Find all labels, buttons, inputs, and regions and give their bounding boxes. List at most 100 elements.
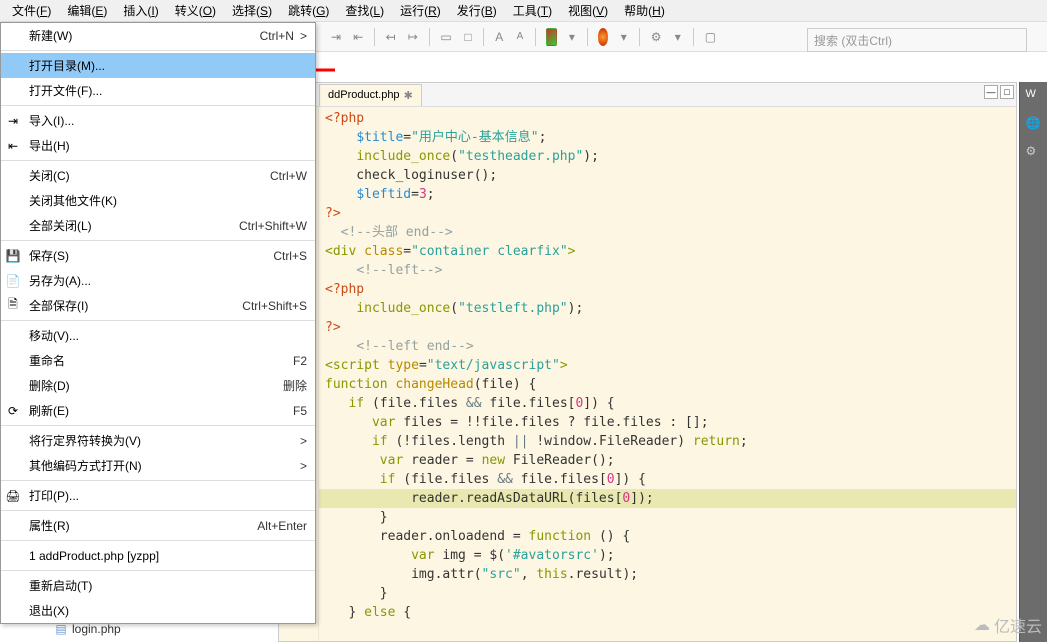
import-icon: ⇥ xyxy=(5,113,21,129)
toolbar-block-icon[interactable]: ▭ xyxy=(439,28,452,46)
toolbar-window-icon[interactable]: ▢ xyxy=(704,28,717,46)
menu-item-label: 退出(X) xyxy=(29,602,307,619)
tree-file-label: login.php xyxy=(72,622,121,636)
file-menu-item[interactable]: ⇤导出(H) xyxy=(1,133,315,158)
toolbar-dropdown-icon[interactable]: ▾ xyxy=(618,28,629,46)
toolbar-separator xyxy=(535,28,536,46)
right-panel-gear-icon[interactable]: ⚙ xyxy=(1026,144,1042,160)
file-menu-item[interactable]: 打开目录(M)... xyxy=(1,53,315,78)
toolbar-dropdown-icon[interactable]: ▾ xyxy=(567,28,578,46)
menubar-item-i[interactable]: 插入(I) xyxy=(115,0,166,21)
toolbar-gear-icon[interactable]: ⚙ xyxy=(650,28,663,46)
save-icon: 💾 xyxy=(5,248,21,264)
toolbar-dropdown-icon[interactable]: ▾ xyxy=(672,28,683,46)
menubar-item-s[interactable]: 选择(S) xyxy=(224,0,280,21)
toolbar-toggle-icon[interactable]: □ xyxy=(463,28,474,46)
menubar-item-r[interactable]: 运行(R) xyxy=(392,0,449,21)
menu-item-label: 重新启动(T) xyxy=(29,577,307,594)
menu-item-label: 删除(D) xyxy=(29,377,283,394)
menu-separator xyxy=(1,510,315,511)
editor-body: 262728 <?php $title="用户中心-基本信息"; include… xyxy=(279,107,1016,641)
toolbar-outdent-icon[interactable]: ↤ xyxy=(385,28,397,46)
menu-item-label: 打开文件(F)... xyxy=(29,82,307,99)
toolbar-color-icon[interactable] xyxy=(546,28,557,46)
menubar-item-v[interactable]: 视图(V) xyxy=(560,0,616,21)
maximize-button[interactable]: □ xyxy=(1000,85,1014,99)
file-menu-item[interactable]: 属性(R)Alt+Enter xyxy=(1,513,315,538)
toolbar-export-icon[interactable]: ⇤ xyxy=(352,28,364,46)
menu-item-label: 另存为(A)... xyxy=(29,272,307,289)
menu-item-label: 全部关闭(L) xyxy=(29,217,239,234)
toolbar-separator xyxy=(639,28,640,46)
menu-item-label: 其他编码方式打开(N) xyxy=(29,457,294,474)
toolbar-separator xyxy=(429,28,430,46)
file-menu-item[interactable]: 1 addProduct.php [yzpp] xyxy=(1,543,315,568)
file-menu-item[interactable]: 将行定界符转换为(V)> xyxy=(1,428,315,453)
file-menu-item[interactable]: 💾保存(S)Ctrl+S xyxy=(1,243,315,268)
menu-item-label: 重命名 xyxy=(29,352,293,369)
menu-separator xyxy=(1,570,315,571)
file-menu-item[interactable]: ⟳刷新(E)F5 xyxy=(1,398,315,423)
file-menu-item[interactable]: 打开文件(F)... xyxy=(1,78,315,103)
file-menu-item[interactable]: 全部关闭(L)Ctrl+Shift+W xyxy=(1,213,315,238)
editor-area: ddProduct.php ✱ — □ 262728 <?php $title=… xyxy=(278,82,1017,642)
file-menu-item[interactable]: 新建(W)Ctrl+N > xyxy=(1,23,315,48)
blank-icon xyxy=(5,168,21,184)
menubar-item-h[interactable]: 帮助(H) xyxy=(616,0,673,21)
menu-item-shortcut: Alt+Enter xyxy=(257,519,307,533)
file-menu-item[interactable]: 重新启动(T) xyxy=(1,573,315,598)
menu-item-shortcut: F2 xyxy=(293,354,307,368)
file-menu-item[interactable]: 删除(D)删除 xyxy=(1,373,315,398)
toolbar-font-big-icon[interactable]: A xyxy=(494,28,505,46)
menubar-item-e[interactable]: 编辑(E) xyxy=(59,0,115,21)
editor-tabs: ddProduct.php ✱ — □ xyxy=(279,83,1016,107)
file-menu-item[interactable]: 📄另存为(A)... xyxy=(1,268,315,293)
right-panel-globe-icon[interactable]: 🌐 xyxy=(1026,116,1042,132)
file-menu-item[interactable]: 重命名F2 xyxy=(1,348,315,373)
blank-icon xyxy=(5,433,21,449)
toolbar-separator xyxy=(374,28,375,46)
submenu-arrow-icon: > xyxy=(300,459,307,473)
file-menu-item[interactable]: 其他编码方式打开(N) > xyxy=(1,453,315,478)
blank-icon xyxy=(5,603,21,619)
file-menu-item[interactable]: 🗎全部保存(I)Ctrl+Shift+S xyxy=(1,293,315,318)
menu-item-label: 打开目录(M)... xyxy=(29,57,307,74)
search-input[interactable]: 搜索 (双击Ctrl) xyxy=(807,28,1027,52)
file-menu-item[interactable]: 退出(X) xyxy=(1,598,315,623)
file-menu-item[interactable]: 关闭其他文件(K) xyxy=(1,188,315,213)
toolbar-globe-icon[interactable] xyxy=(598,28,609,46)
blank-icon xyxy=(5,58,21,74)
menu-item-shortcut: 删除 xyxy=(283,377,307,394)
menubar-item-b[interactable]: 发行(B) xyxy=(449,0,505,21)
toolbar-font-small-icon[interactable]: A xyxy=(515,28,526,46)
tab-close-icon[interactable]: ✱ xyxy=(404,89,413,102)
menu-item-shortcut: Ctrl+S xyxy=(273,249,307,263)
minimize-button[interactable]: — xyxy=(984,85,998,99)
print-icon: 🖨 xyxy=(5,488,21,504)
menubar-item-l[interactable]: 查找(L) xyxy=(337,0,392,21)
blank-icon xyxy=(5,458,21,474)
menu-separator xyxy=(1,480,315,481)
menu-item-shortcut: Ctrl+N xyxy=(260,29,294,43)
menubar-item-o[interactable]: 转义(O) xyxy=(167,0,224,21)
menu-item-label: 移动(V)... xyxy=(29,327,307,344)
menu-item-label: 关闭其他文件(K) xyxy=(29,192,307,209)
menubar-item-f[interactable]: 文件(F) xyxy=(4,0,59,21)
file-menu-item[interactable]: 🖨 打印(P)... xyxy=(1,483,315,508)
menu-item-label: 打印(P)... xyxy=(29,487,307,504)
file-menu-item[interactable]: ⇥导入(I)... xyxy=(1,108,315,133)
file-menu-item[interactable]: 移动(V)... xyxy=(1,323,315,348)
toolbar-indent-icon[interactable]: ↦ xyxy=(407,28,419,46)
toolbar-separator xyxy=(587,28,588,46)
editor-code[interactable]: <?php $title="用户中心-基本信息"; include_once("… xyxy=(319,107,1016,641)
menu-item-label: 新建(W) xyxy=(29,27,260,44)
right-panel-tab-icon[interactable]: W xyxy=(1026,88,1042,104)
menubar-item-t[interactable]: 工具(T) xyxy=(505,0,560,21)
toolbar-import-icon[interactable]: ⇥ xyxy=(330,28,342,46)
editor-tab-addproduct[interactable]: ddProduct.php ✱ xyxy=(319,84,422,106)
file-menu-item[interactable]: 关闭(C)Ctrl+W xyxy=(1,163,315,188)
file-menu-dropdown: 新建(W)Ctrl+N > 打开目录(M)... 打开文件(F)... ⇥导入(I)..… xyxy=(0,22,316,624)
submenu-arrow-icon: > xyxy=(300,29,307,43)
save-all-icon: 🗎 xyxy=(5,298,21,314)
menubar-item-g[interactable]: 跳转(G) xyxy=(280,0,337,21)
